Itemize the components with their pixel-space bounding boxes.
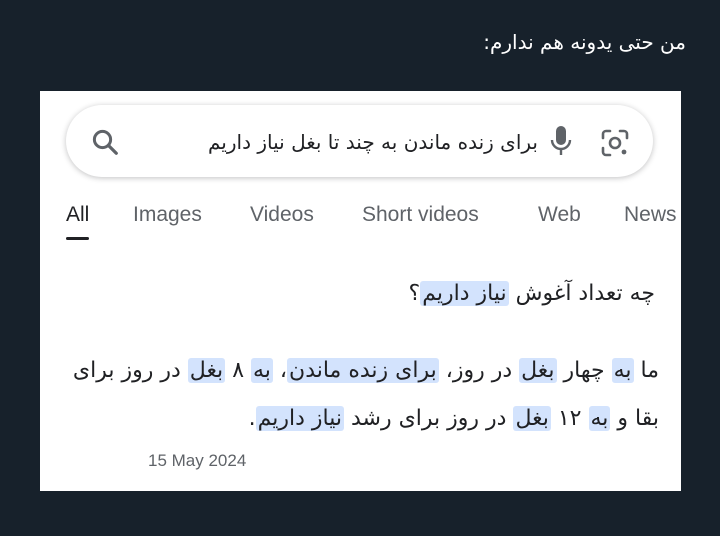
answer-text: ما <box>633 358 660 383</box>
search-query[interactable]: برای زنده ماندن به چند تا بغل نیاز داریم <box>138 127 538 157</box>
tab-images[interactable]: Images <box>133 203 202 227</box>
answer-highlight: برای زنده ماندن <box>287 358 439 383</box>
mic-icon[interactable] <box>549 124 573 158</box>
question-highlight: نیاز داریم <box>420 281 509 306</box>
answer-highlight: بغل <box>513 406 551 431</box>
screenshot-card: برای زنده ماندن به چند تا بغل نیاز داریم… <box>40 91 681 491</box>
tab-short-videos[interactable]: Short videos <box>362 203 479 227</box>
answer-text: در روز، <box>438 358 520 383</box>
featured-answer: ما به چهار بغل در روز، برای زنده ماندن، … <box>59 347 659 443</box>
answer-text: ۸ <box>225 358 252 383</box>
tab-news[interactable]: News <box>624 203 677 227</box>
answer-highlight: به <box>611 358 634 383</box>
tab-all[interactable]: All <box>66 203 90 240</box>
message-caption: من حتی یدونه هم ندارم: <box>483 30 686 54</box>
search-tabs: All Images Videos Short videos Web News <box>66 203 681 243</box>
lens-icon[interactable] <box>599 127 631 159</box>
answer-text: در روز برای رشد <box>343 406 514 431</box>
answer-highlight: بغل <box>519 358 557 383</box>
answer-text: ۱۲ <box>550 406 589 431</box>
answer-highlight: به <box>251 358 273 383</box>
answer-text: ، <box>272 358 288 383</box>
answer-text: چهار <box>556 358 612 383</box>
search-bar[interactable]: برای زنده ماندن به چند تا بغل نیاز داریم <box>66 105 653 177</box>
answer-highlight: بغل <box>187 358 226 383</box>
result-date: 15 May 2024 <box>148 451 247 470</box>
tab-videos[interactable]: Videos <box>250 203 314 227</box>
search-icon[interactable] <box>90 127 120 157</box>
answer-highlight: نیاز داریم <box>255 406 344 431</box>
tab-web[interactable]: Web <box>538 203 581 227</box>
question-mark: ؟ <box>408 281 421 306</box>
answer-text: . <box>248 406 256 431</box>
featured-question: چه تعداد آغوش نیاز داریم؟ <box>409 281 655 306</box>
answer-highlight: به <box>588 406 611 431</box>
question-text: چه تعداد آغوش <box>508 281 655 306</box>
